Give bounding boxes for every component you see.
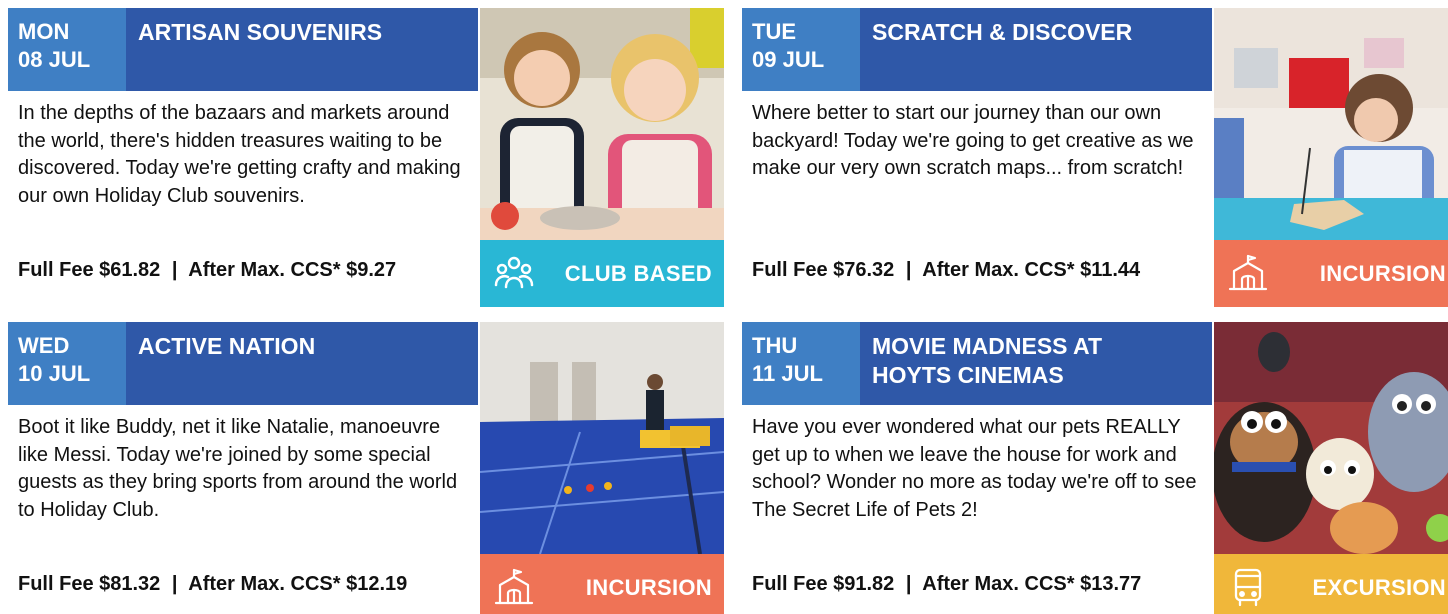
ccs-fee: After Max. CCS* $9.27 [188,259,397,281]
date-label: 11 JUL [752,361,823,386]
title-line: ACTIVE NATION [138,333,316,359]
title-line: SCRATCH & DISCOVER [872,19,1133,45]
activity-photo [1214,8,1448,240]
badge-label: CLUB BASED [564,261,712,286]
full-fee: Full Fee $91.82 [752,573,895,595]
day-label: TUE [752,19,796,44]
activity-description: Boot it like Buddy, net it like Natalie,… [18,416,458,521]
full-fee: Full Fee $81.32 [18,573,161,595]
group-icon [494,256,534,289]
activity-description: Where better to start our journey than o… [752,102,1194,179]
bus-icon [1234,568,1262,607]
activity-photo [480,8,724,240]
badge-club-based: CLUB BASED [480,240,724,307]
badge-incursion: INCURSION [1214,240,1448,307]
fee-line: Full Fee $61.82 | After Max. CCS* $9.27 [18,259,480,282]
activity-card-thu: THU 11 JUL MOVIE MADNESS AT HOYTS CINEMA… [742,322,1448,614]
badge-label: INCURSION [585,575,712,600]
activity-photo [480,322,724,554]
fee-line: Full Fee $91.82 | After Max. CCS* $13.77 [752,573,1214,596]
badge-incursion: INCURSION [480,554,724,614]
activity-title: SCRATCH & DISCOVER [860,8,1212,91]
date-label: 10 JUL [18,361,91,386]
activity-description: Have you ever wondered what our pets REA… [752,416,1197,521]
fee-separator: | [171,573,178,595]
badge-label: EXCURSION [1312,575,1446,600]
full-fee: Full Fee $76.32 [752,259,895,281]
school-building-icon [494,568,534,605]
badge-label: INCURSION [1319,261,1446,286]
title-line: MOVIE MADNESS AT [872,333,1103,359]
fee-line: Full Fee $76.32 | After Max. CCS* $11.44 [752,259,1214,282]
activity-title: MOVIE MADNESS AT HOYTS CINEMAS [860,322,1212,405]
badge-excursion: EXCURSION [1214,554,1448,614]
ccs-fee: After Max. CCS* $11.44 [922,259,1141,281]
activity-card-tue: TUE 09 JUL SCRATCH & DISCOVER Where bett… [742,8,1448,307]
title-line: HOYTS CINEMAS [872,362,1064,388]
title-line: ARTISAN SOUVENIRS [138,19,383,45]
school-building-icon [1228,254,1268,291]
fee-separator: | [905,259,912,281]
date-label: 09 JUL [752,47,825,72]
fee-separator: | [171,259,178,281]
ccs-fee: After Max. CCS* $12.19 [188,573,408,595]
fee-separator: | [905,573,912,595]
activity-card-mon: MON 08 JUL ARTISAN SOUVENIRS In the dept… [8,8,724,307]
full-fee: Full Fee $61.82 [18,259,161,281]
date-label: 08 JUL [18,47,91,72]
day-label: WED [18,333,70,358]
activity-title: ARTISAN SOUVENIRS [126,8,478,91]
activity-photo [1214,322,1448,554]
day-label: THU [752,333,798,358]
date-block: WED 10 JUL [8,322,126,405]
date-block: THU 11 JUL [742,322,860,405]
activity-description: In the depths of the bazaars and markets… [18,102,461,207]
date-block: TUE 09 JUL [742,8,860,91]
activity-title: ACTIVE NATION [126,322,478,405]
ccs-fee: After Max. CCS* $13.77 [922,573,1142,595]
date-block: MON 08 JUL [8,8,126,91]
day-label: MON [18,19,70,44]
activity-card-wed: WED 10 JUL ACTIVE NATION Boot it like Bu… [8,322,724,614]
fee-line: Full Fee $81.32 | After Max. CCS* $12.19 [18,573,480,596]
